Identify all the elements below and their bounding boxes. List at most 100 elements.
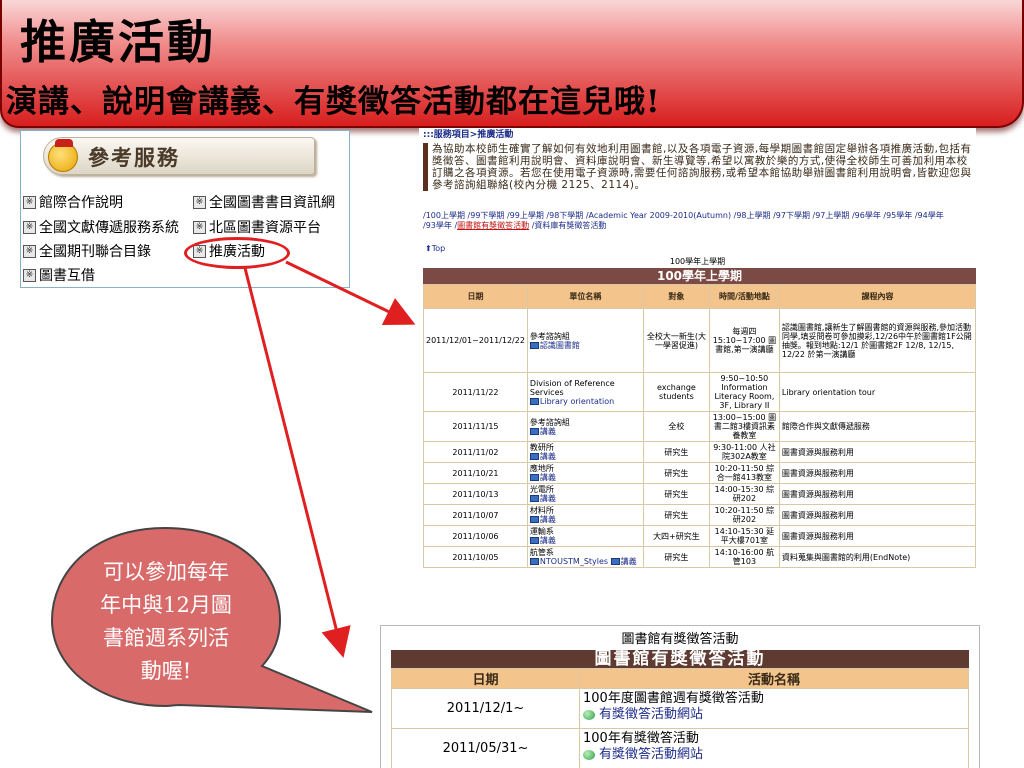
date-cell: 2011/12/1~	[391, 688, 580, 729]
unit-cell: 參考諮詢組 認識圖書館	[526, 308, 644, 373]
target-cell: 研究生	[642, 483, 710, 505]
service-link-book-lending[interactable]: ※ 圖書互借	[23, 266, 95, 284]
content-cell: 資料蒐集與圖書館的利用(EndNote)	[778, 546, 976, 568]
activity-website-link[interactable]: 有獎徵答活動網站	[583, 707, 965, 723]
table-row: 2011/11/15 參考諮詢組 講義 全校 13:00~15:00 圖書二館3樓資訊素…	[423, 411, 976, 442]
time-cell: 每週四 15:10~17:00 圖書館,第一演講廳	[708, 308, 780, 373]
semester-link[interactable]: 97上學期	[815, 211, 849, 220]
semester-link[interactable]: 96學年	[855, 211, 881, 220]
face-icon	[48, 139, 78, 172]
globe-icon	[583, 750, 595, 760]
column-header: 日期	[391, 668, 580, 689]
file-icon	[529, 427, 539, 435]
unit-name: 運輸系	[529, 527, 554, 536]
semester-link[interactable]: 98下學期	[549, 211, 583, 220]
bubble-text: 可以參加每年 年中與12月圖 書館週系列活 動喔!	[68, 556, 264, 688]
unit-name: 教研所	[529, 443, 554, 452]
bullet-icon: ※	[23, 268, 36, 282]
highlight-circle	[184, 237, 290, 269]
semester-link[interactable]: 99上學期	[510, 211, 544, 220]
service-link-label: 全國文獻傳遞服務系統	[39, 220, 179, 236]
service-link-north-platform[interactable]: ※ 北區圖書資源平台	[193, 218, 321, 236]
file-icon	[529, 341, 539, 349]
time-cell: 14:00-15:30 綜研202	[708, 483, 780, 505]
target-cell: exchange students	[642, 372, 710, 412]
time-cell: 14:10-16:00 航管103	[708, 546, 780, 568]
time-cell: 13:00~15:00 圖書二館3樓資訊素養教室	[708, 411, 780, 442]
file-link[interactable]: 講義	[529, 427, 556, 436]
column-header: 對象	[642, 284, 710, 309]
column-header: 活動名稱	[579, 668, 969, 689]
semester-link[interactable]: 圖書館有獎徵答活動	[457, 221, 529, 230]
bullet-icon: ※	[23, 244, 36, 258]
table-row: 2011/12/01~2011/12/22 參考諮詢組 認識圖書館 全校大一新生(大一…	[423, 308, 976, 373]
reference-service-title: 參考服務	[88, 146, 180, 170]
content-cell: 圖書資源與服務利用	[778, 441, 976, 463]
top-link[interactable]: ⬆Top	[425, 244, 445, 254]
promotion-webpage: :::服務項目>推廣活動 為協助本校師生確實了解如何有效地利用圖書館,以及各項電…	[419, 128, 976, 625]
unit-cell: 材料所 講義	[526, 504, 644, 526]
service-link-ill[interactable]: ※ 館際合作說明	[23, 193, 123, 211]
table-row: 2011/10/06 運輸系 講義 大四+研究生 14:10-15:30 延平大樓701…	[423, 525, 976, 547]
semester-link[interactable]: 98上學期	[736, 211, 770, 220]
file-link[interactable]: NTOUSTM_Styles	[529, 557, 608, 566]
service-link-label: 全國圖書書目資訊網	[209, 195, 335, 211]
semester-link[interactable]: 100上學期	[426, 211, 465, 220]
date-cell: 2011/12/01~2011/12/22	[423, 308, 528, 373]
service-link-document-delivery[interactable]: ※ 全國文獻傳遞服務系統	[23, 218, 179, 236]
activity-caption: 圖書館有獎徵答活動	[621, 632, 739, 647]
file-icon	[529, 453, 539, 460]
semester-link[interactable]: 94學年	[918, 211, 944, 220]
file-link[interactable]: 講義	[529, 452, 556, 461]
activity-name: 100年有獎徵答活動	[583, 731, 699, 746]
target-cell: 研究生	[642, 441, 710, 463]
date-cell: 2011/10/07	[423, 504, 528, 526]
service-link-periodicals[interactable]: ※ 全國期刊聯合目錄	[23, 242, 151, 260]
file-link[interactable]: Library orientation	[529, 397, 614, 406]
content-cell: 圖書資源與服務利用	[778, 504, 976, 526]
service-link-label: 全國期刊聯合目錄	[39, 244, 151, 260]
file-link[interactable]: 講義	[529, 536, 556, 545]
date-cell: 2011/10/05	[423, 546, 528, 568]
semester-link[interactable]: 資料庫有獎徵答活動	[534, 221, 606, 230]
unit-name: 光電所	[529, 485, 554, 494]
service-link-national-catalog[interactable]: ※ 全國圖書書目資訊網	[193, 193, 335, 211]
file-link[interactable]: 講義	[529, 494, 556, 503]
column-header: 日期	[423, 284, 528, 309]
file-link[interactable]: 認識圖書館	[529, 341, 580, 350]
unit-cell: 應地所 講義	[526, 462, 644, 484]
file-link[interactable]: 講義	[529, 515, 556, 524]
date-cell: 2011/11/15	[423, 411, 528, 442]
reference-service-panel: 參考服務 ※ 館際合作說明 ※ 全國圖書書目資訊網 ※ 全國文獻傳遞服務系統 ※…	[20, 130, 350, 288]
activity-website-link[interactable]: 有獎徵答活動網站	[583, 747, 965, 763]
file-link[interactable]: 講義	[529, 473, 556, 482]
intro-paragraph: 為協助本校師生確實了解如何有效地利用圖書館,以及各項電子資源,每學期圖書館固定舉…	[423, 143, 973, 191]
semester-link[interactable]: 93學年	[426, 221, 452, 230]
date-cell: 2011/10/06	[423, 525, 528, 547]
file-icon	[529, 397, 539, 405]
unit-cell: 航管系 NTOUSTM_Styles 講義	[526, 546, 644, 568]
table-row: 2011/05/31~ 100年有獎徵答活動 有獎徵答活動網站	[391, 728, 969, 768]
content-cell: 圖書資源與服務利用	[778, 525, 976, 547]
semester-link[interactable]: 99下學期	[470, 211, 504, 220]
target-cell: 研究生	[642, 504, 710, 526]
unit-cell: Division of Reference Services Library or…	[526, 372, 644, 412]
target-cell: 全校	[642, 411, 710, 442]
content-cell: 圖書資源與服務利用	[778, 462, 976, 484]
bullet-icon: ※	[193, 195, 206, 209]
table-band: 100學年上學期	[423, 268, 976, 284]
semester-link[interactable]: 97下學期	[776, 211, 810, 220]
activity-band: 圖書館有獎徵答活動	[391, 650, 969, 668]
column-header: 單位名稱	[526, 284, 644, 309]
semester-link[interactable]: 95學年	[886, 211, 912, 220]
bullet-icon: ※	[23, 220, 36, 234]
time-cell: 10:20-11:50 綜研202	[708, 504, 780, 526]
column-header: 時間/活動地點	[708, 284, 780, 309]
date-cell: 2011/10/21	[423, 462, 528, 484]
semester-link[interactable]: Academic Year 2009-2010(Autumn)	[589, 211, 732, 220]
slide-title: 推廣活動	[20, 15, 216, 69]
file-icon	[529, 537, 539, 544]
file-link[interactable]: 講義	[610, 557, 637, 566]
globe-icon	[583, 710, 595, 720]
quiz-activity-page: 圖書館有獎徵答活動 圖書館有獎徵答活動 日期 活動名稱 2011/12/1~ 10…	[380, 625, 980, 768]
